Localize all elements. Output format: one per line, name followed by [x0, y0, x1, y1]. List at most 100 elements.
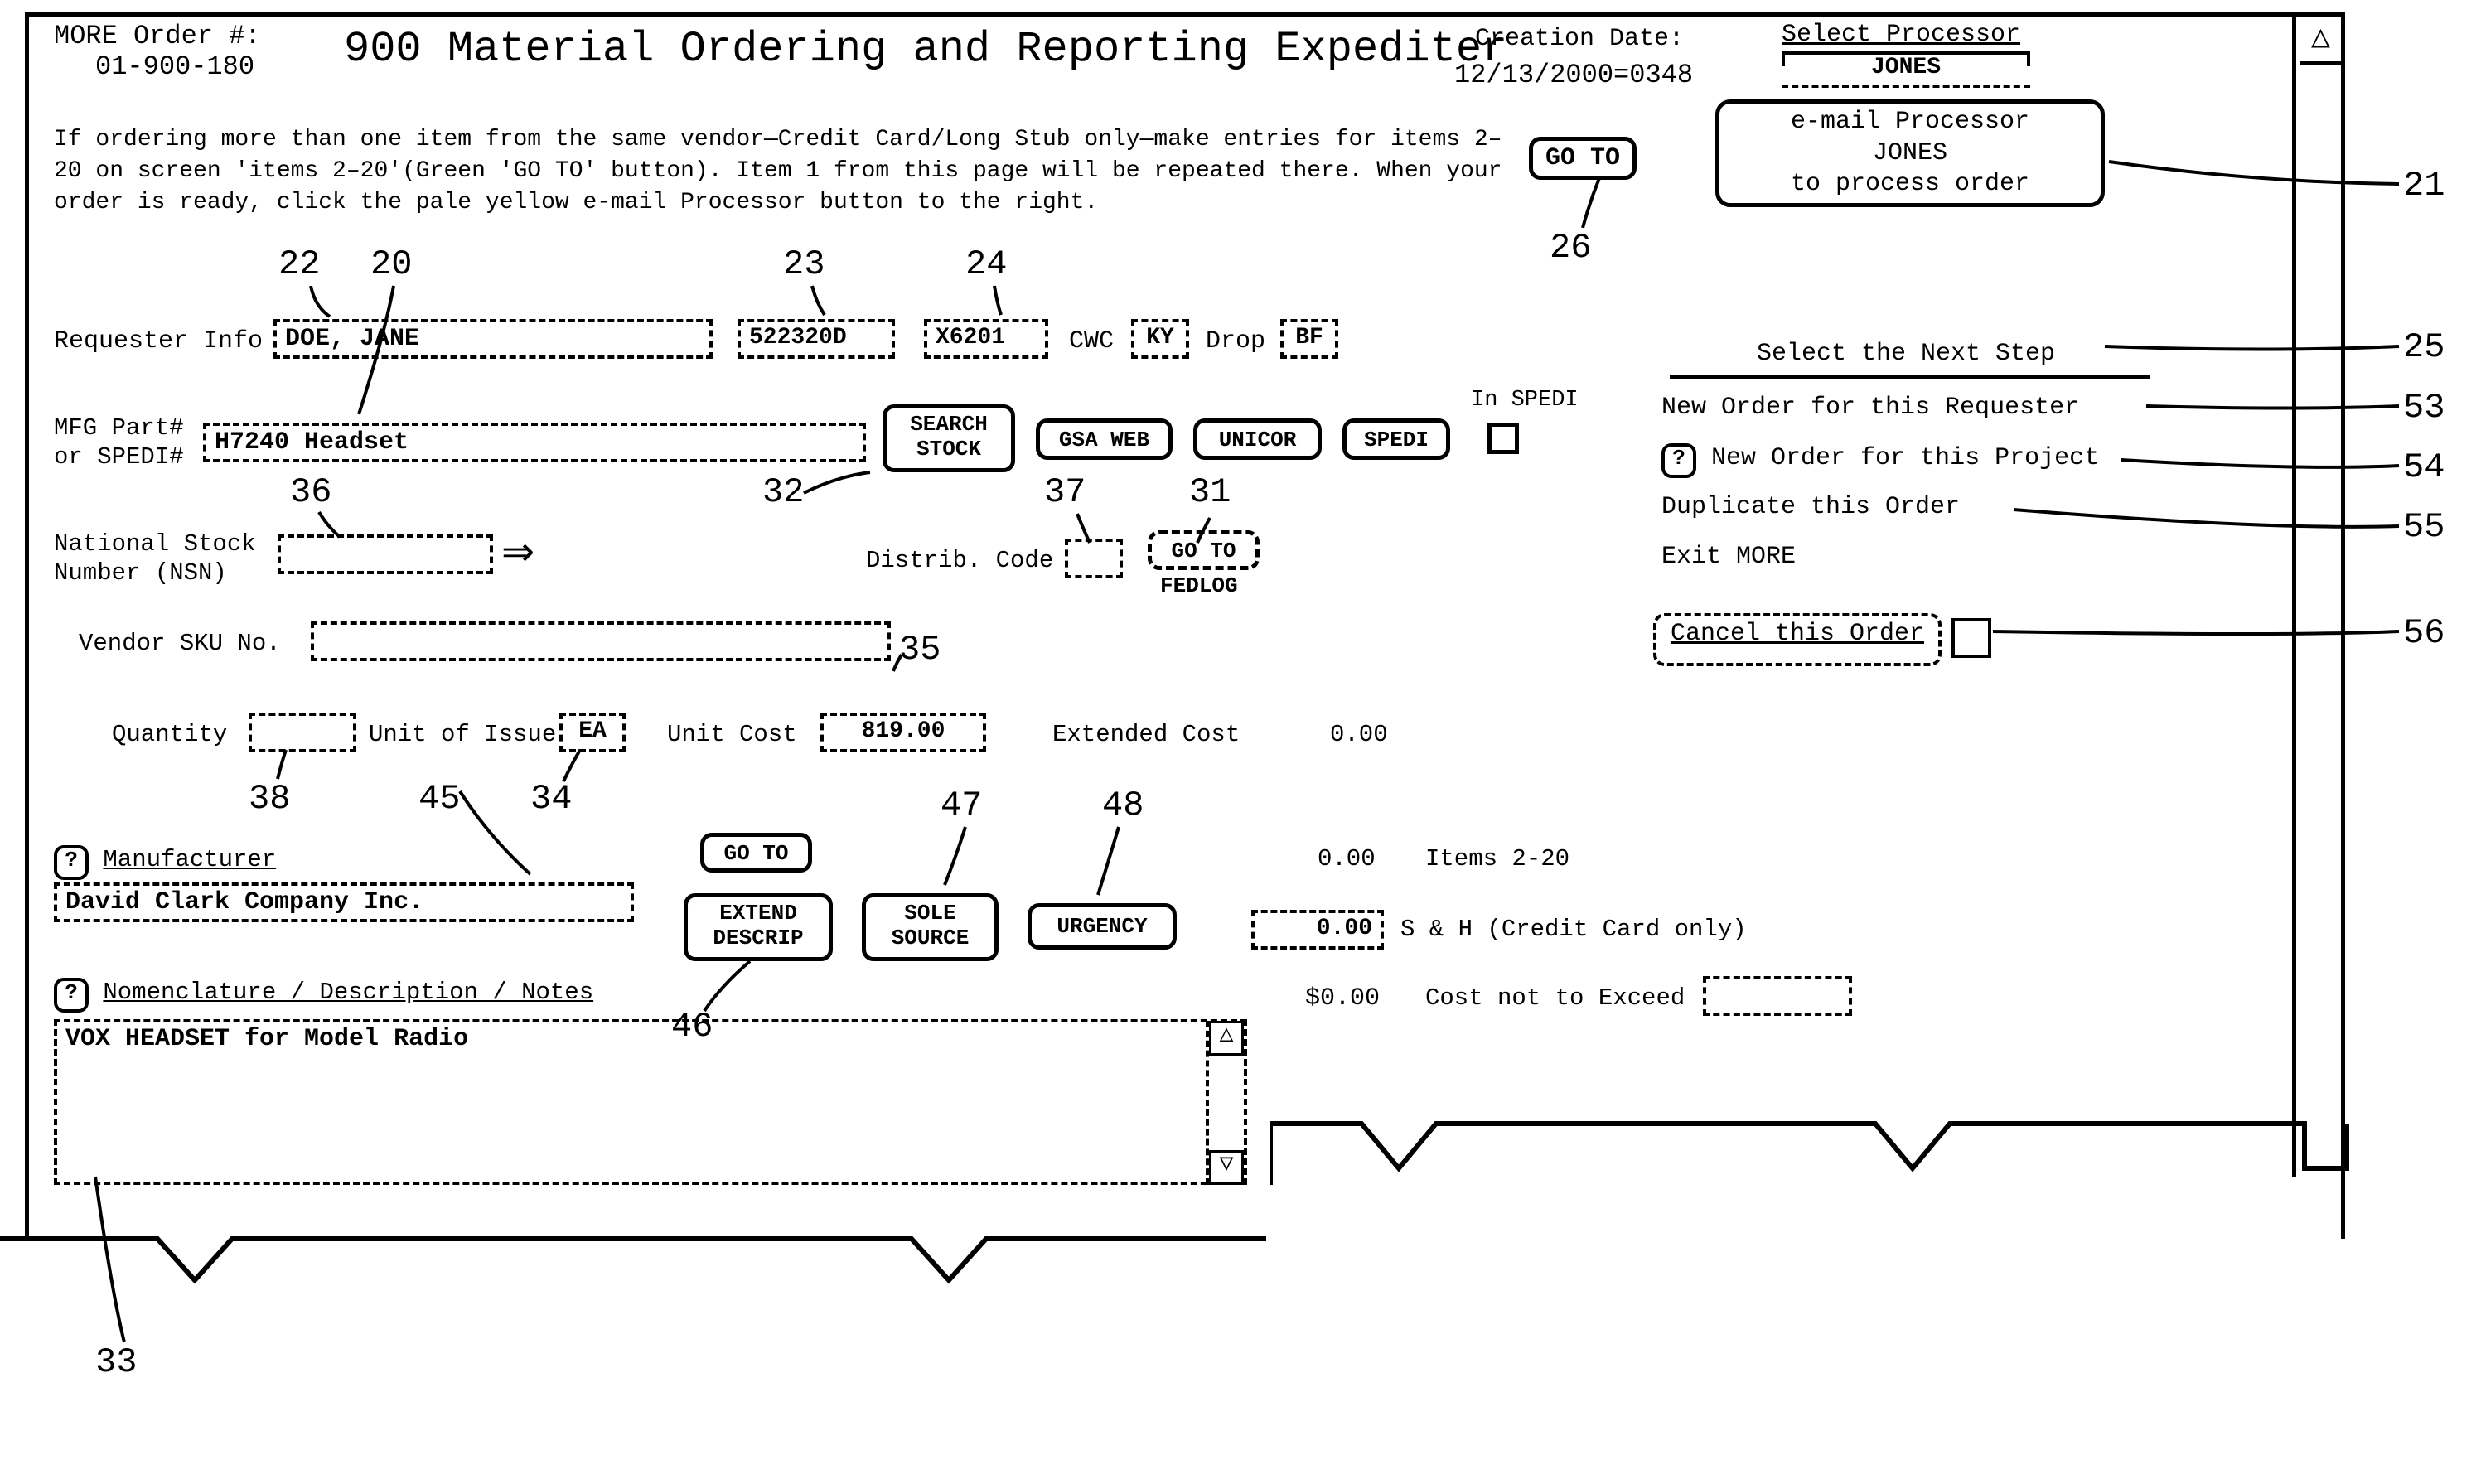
scroll-down-icon[interactable]: ▽ [1209, 1150, 1244, 1185]
manufacturer-field[interactable]: David Clark Company Inc. [54, 882, 634, 922]
link-duplicate-order[interactable]: Duplicate this Order [1661, 493, 1960, 521]
help-icon[interactable]: ? [54, 978, 89, 1013]
order-number-label: MORE Order #: [54, 21, 261, 51]
callout-20: 20 [370, 244, 412, 284]
scroll-up-icon[interactable]: △ [2300, 17, 2341, 65]
mfg-part-field[interactable]: H7240 Headset [203, 423, 866, 462]
in-spedi-label: In SPEDI [1471, 388, 1579, 413]
cancel-order-button[interactable]: Cancel this Order [1653, 613, 1942, 666]
cost-not-exceed-field[interactable] [1703, 976, 1852, 1016]
unit-of-issue-field[interactable]: EA [559, 713, 626, 752]
cancel-order-checkbox[interactable] [1951, 618, 1991, 658]
in-spedi-checkbox[interactable] [1487, 423, 1519, 454]
sole-source-line2: SOURCE [866, 926, 994, 950]
mfg-part-label-2: or SPEDI# [54, 443, 184, 471]
email-processor-line2: JONES [1719, 138, 2101, 170]
callout-23: 23 [783, 244, 825, 284]
distrib-code-field[interactable] [1065, 539, 1123, 578]
callout-25: 25 [2403, 327, 2445, 367]
extend-descrip-button[interactable]: EXTEND DESCRIP [684, 893, 833, 961]
extended-cost-value: 0.00 [1330, 721, 1388, 748]
torn-edge-icon [25, 1235, 2353, 1293]
callout-33: 33 [95, 1342, 137, 1382]
go-to-items-button[interactable]: GO TO [1529, 137, 1637, 180]
scrollbar-track[interactable]: △ [2292, 17, 2341, 1177]
go-to-button-2[interactable]: GO TO [700, 833, 812, 873]
unit-cost-field[interactable]: 819.00 [820, 713, 986, 752]
items-amount-value: 0.00 [1318, 845, 1376, 873]
email-processor-button[interactable]: e-mail Processor JONES to process order [1715, 99, 2105, 207]
vendor-sku-field[interactable] [311, 621, 891, 661]
callout-55: 55 [2403, 507, 2445, 547]
link-exit-more[interactable]: Exit MORE [1661, 543, 1796, 571]
vendor-sku-label: Vendor SKU No. [79, 630, 281, 657]
link-new-order-requester[interactable]: New Order for this Requester [1661, 394, 2079, 422]
processor-name-field[interactable]: JONES [1782, 51, 2030, 88]
nsn-arrow-icon: ⇒ [501, 529, 534, 575]
org-code-field[interactable]: 522320D [738, 319, 895, 359]
callout-26: 26 [1550, 228, 1591, 268]
sole-source-line1: SOLE [866, 901, 994, 926]
description-textarea[interactable]: VOX HEADSET for Model Radio [54, 1019, 1247, 1185]
distrib-code-label: Distrib. Code [866, 547, 1053, 574]
email-processor-line1: e-mail Processor [1719, 107, 2101, 138]
edge-tick [0, 1235, 33, 1244]
order-number-value: 01-900-180 [95, 51, 254, 82]
unicor-button[interactable]: UNICOR [1193, 418, 1322, 460]
instructions-text: If ordering more than one item from the … [54, 124, 1529, 218]
cancel-order-label: Cancel this Order [1671, 620, 1924, 648]
sh-label: S & H (Credit Card only) [1400, 916, 1747, 943]
callout-24: 24 [965, 244, 1007, 284]
callout-48: 48 [1102, 786, 1144, 825]
fedlog-label: FEDLOG [1160, 573, 1238, 598]
callout-34: 34 [530, 779, 572, 819]
callout-22: 22 [278, 244, 320, 284]
nsn-label-1: National Stock [54, 530, 256, 558]
items-amount-label: Items 2-20 [1425, 845, 1569, 873]
sh-field[interactable]: 0.00 [1251, 910, 1384, 950]
cost-not-exceed-label: Cost not to Exceed [1425, 984, 1685, 1012]
mfg-part-label-1: MFG Part# [54, 414, 184, 442]
extended-cost-label: Extended Cost [1052, 721, 1240, 748]
help-icon[interactable]: ? [54, 845, 89, 880]
search-stock-line2: STOCK [887, 437, 1011, 462]
torn-edge-icon [1270, 1119, 2353, 1185]
page-title: 900 Material Ordering and Reporting Expe… [344, 25, 1507, 74]
sole-source-button[interactable]: SOLE SOURCE [862, 893, 999, 961]
help-icon[interactable]: ? [1661, 443, 1696, 478]
callout-37: 37 [1044, 472, 1086, 512]
callout-46: 46 [671, 1007, 713, 1047]
nsn-field[interactable] [278, 534, 493, 574]
unit-of-issue-label: Unit of Issue [369, 721, 556, 748]
description-header-label: Nomenclature / Description / Notes [103, 979, 593, 1006]
urgency-button[interactable]: URGENCY [1028, 903, 1177, 950]
callout-54: 54 [2403, 447, 2445, 487]
drop-field[interactable]: BF [1280, 319, 1338, 359]
go-to-fedlog-button[interactable]: GO TO [1148, 530, 1260, 570]
search-stock-button[interactable]: SEARCH STOCK [883, 404, 1015, 472]
spedi-button[interactable]: SPEDI [1342, 418, 1450, 460]
manufacturer-label-row: ? Manufacturer [54, 845, 276, 880]
callout-36: 36 [290, 472, 331, 512]
unit-cost-label: Unit Cost [667, 721, 797, 748]
quantity-field[interactable] [249, 713, 356, 752]
description-scrollbar[interactable]: △ ▽ [1206, 1021, 1244, 1185]
email-processor-line3: to process order [1719, 169, 2101, 201]
requester-name-field[interactable]: DOE, JANE [273, 319, 713, 359]
project-code-field[interactable]: X6201 [924, 319, 1048, 359]
callout-47: 47 [941, 786, 982, 825]
callout-56: 56 [2403, 613, 2445, 653]
cwc-label: CWC [1069, 327, 1114, 355]
next-step-header: Select the Next Step [1711, 340, 2101, 368]
nsn-label-2: Number (NSN) [54, 559, 227, 587]
scroll-up-icon[interactable]: △ [1209, 1021, 1244, 1056]
link-new-order-project[interactable]: ? New Order for this Project [1661, 443, 2099, 478]
drop-label: Drop [1206, 327, 1265, 355]
quantity-label: Quantity [112, 721, 227, 748]
cwc-field[interactable]: KY [1131, 319, 1189, 359]
callout-38: 38 [249, 779, 290, 819]
gsa-web-button[interactable]: GSA WEB [1036, 418, 1173, 460]
callout-45: 45 [418, 779, 460, 819]
callout-21: 21 [2403, 166, 2445, 205]
callout-53: 53 [2403, 388, 2445, 428]
